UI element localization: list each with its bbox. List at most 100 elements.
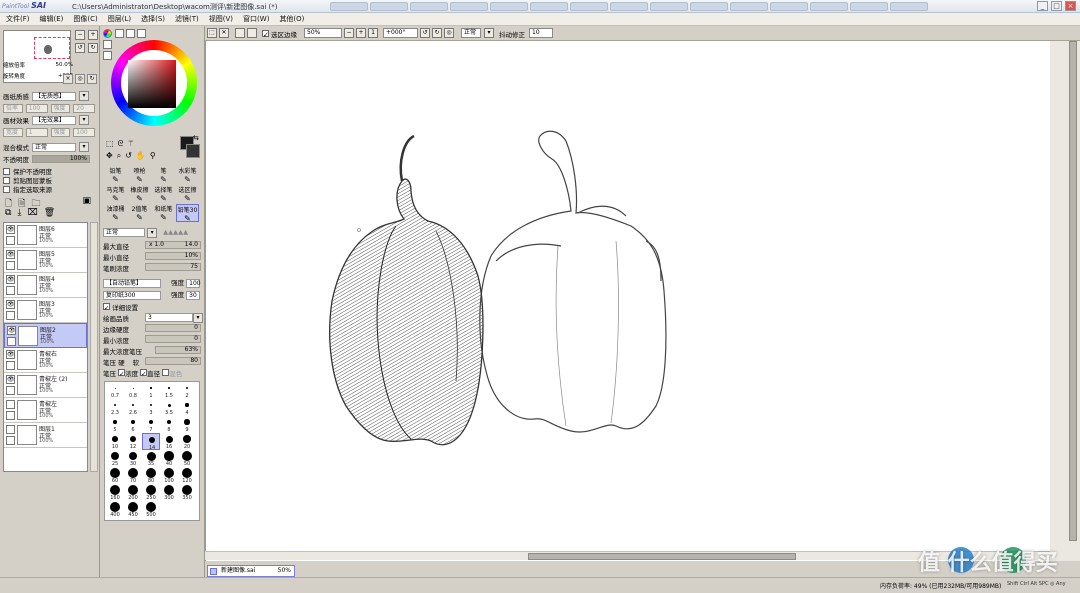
brush-blend-select[interactable]: 正常	[103, 228, 145, 237]
brush-size-cell[interactable]: 400	[106, 501, 124, 518]
brush-size-cell[interactable]: 300	[160, 484, 178, 501]
brush-size-cell[interactable]: 10	[106, 433, 124, 450]
max-pressure-slider[interactable]: 63%	[155, 346, 201, 354]
taskbar-tab[interactable]	[890, 2, 928, 11]
brush-size-cell[interactable]: 0.7	[106, 382, 124, 399]
paper-texture-dropdown-icon[interactable]: ▾	[79, 91, 89, 101]
rotate-reset-button[interactable]: ◎	[444, 28, 454, 38]
stabilizer-field[interactable]: 10	[529, 28, 553, 38]
swap-colors-icon[interactable]: ⇆	[193, 134, 199, 142]
brush-size-cell[interactable]: 450	[124, 501, 142, 518]
brush-tool[interactable]: 油漆桶 ✎	[104, 204, 127, 222]
nav-rotate-left-button[interactable]: ↺	[75, 43, 85, 53]
deselect-button[interactable]: ✕	[219, 28, 229, 38]
taskbar-tab[interactable]	[490, 2, 528, 11]
brush-size-cell[interactable]: 0.8	[124, 382, 142, 399]
menu-edit[interactable]: 编辑(E)	[40, 14, 64, 24]
rotate-tool-icon[interactable]: ↺	[125, 151, 132, 161]
brush-texture-select[interactable]: 复印纸300	[103, 291, 161, 300]
min-size-slider[interactable]: 10%	[145, 252, 201, 260]
layer-lock-icon[interactable]	[6, 436, 15, 445]
brush-size-cell[interactable]: 100	[160, 467, 178, 484]
eyedropper-icon[interactable]: ⚲	[150, 151, 156, 161]
magic-wand-icon[interactable]: ⚚	[127, 139, 134, 149]
zoom-tool-icon[interactable]: ⌕	[117, 151, 121, 161]
canvas-horizontal-scroll-thumb[interactable]	[528, 553, 796, 560]
lasso-icon[interactable]: ᘓ	[118, 139, 124, 149]
canvas-vertical-scroll-thumb[interactable]	[1069, 41, 1077, 541]
layer-visibility-eye-icon[interactable]: 👁	[6, 375, 15, 384]
brush-size-cell[interactable]: 6	[124, 416, 142, 433]
layer-settings-icon[interactable]: ▣	[83, 196, 92, 212]
layer-visibility-eye-icon[interactable]: 👁	[6, 350, 15, 359]
selection-edge-checkbox[interactable]: ✓	[262, 30, 269, 39]
hsv-slider-tab[interactable]	[103, 51, 112, 60]
zoom-field[interactable]: 50%	[304, 28, 342, 38]
taskbar-tab[interactable]	[530, 2, 568, 11]
brush-size-cell[interactable]: 1	[142, 382, 160, 399]
show-selection-button[interactable]	[235, 28, 245, 38]
menu-other[interactable]: 其他(O)	[279, 14, 304, 24]
paper-texture-select[interactable]: 【无质感】	[32, 91, 76, 101]
brush-size-cell[interactable]: 14	[142, 433, 160, 451]
rotate-field[interactable]: +000°	[383, 28, 418, 38]
brush-size-cell[interactable]: 20	[178, 433, 196, 450]
effect-strength-value[interactable]: 100	[73, 127, 95, 137]
layer-row[interactable]: 图层1 正常 100%	[4, 423, 87, 448]
preserve-opacity-checkbox[interactable]	[3, 167, 10, 175]
clipping-mask-checkbox[interactable]	[3, 176, 10, 184]
selection-source-checkbox[interactable]	[3, 185, 10, 193]
blend-mode-select[interactable]: 正常	[32, 142, 76, 152]
taskbar-tab[interactable]	[850, 2, 888, 11]
zoom-value[interactable]: 50.0%	[56, 62, 73, 68]
rgb-slider-tab[interactable]	[103, 40, 112, 49]
rotate-cw-button[interactable]: ↻	[87, 74, 97, 84]
blend-mode-dropdown-icon[interactable]: ▾	[79, 142, 89, 152]
brush-size-cell[interactable]: 160	[106, 484, 124, 501]
layer-lock-icon[interactable]	[6, 386, 15, 395]
brush-size-cell[interactable]: 80	[142, 467, 160, 484]
brush-size-cell[interactable]: 250	[142, 484, 160, 501]
brush-tool[interactable]: 和纸笔 ✎	[152, 204, 175, 222]
brush-size-cell[interactable]: 30	[124, 450, 142, 467]
close-button[interactable]: ×	[1065, 1, 1076, 11]
zoom-in-button[interactable]: +	[356, 28, 366, 38]
brush-tool[interactable]: 选择笔 ✎	[152, 185, 175, 203]
layer-lock-icon[interactable]	[6, 236, 15, 245]
layer-lock-icon[interactable]	[6, 261, 15, 270]
menu-image[interactable]: 图像(C)	[73, 14, 97, 24]
layer-lock-icon[interactable]	[6, 311, 15, 320]
quality-dropdown-icon[interactable]: ▾	[193, 313, 203, 323]
brush-size-cell[interactable]: 350	[178, 484, 196, 501]
select-all-button[interactable]: ⬚	[207, 28, 217, 38]
brush-size-cell[interactable]: 5	[106, 416, 124, 433]
brush-tool[interactable]: 铅笔30 ✎	[176, 204, 199, 223]
brush-size-cell[interactable]: 7	[142, 416, 160, 433]
paper-scale-value[interactable]: 100	[25, 103, 48, 113]
min-density-slider[interactable]: 0	[145, 335, 201, 343]
menu-layer[interactable]: 图层(L)	[108, 14, 131, 24]
brush-size-cell[interactable]: 4	[178, 399, 196, 416]
effect-width-value[interactable]: 1	[25, 127, 48, 137]
scratchpad-tab[interactable]	[137, 29, 146, 38]
brush-size-cell[interactable]: 9	[178, 416, 196, 433]
brush-tool[interactable]: 水彩笔 ✎	[176, 166, 199, 184]
brush-blend-dropdown-icon[interactable]: ▾	[147, 228, 158, 238]
detail-settings-checkbox[interactable]: ✓	[103, 303, 110, 312]
hide-selection-button[interactable]	[247, 28, 257, 38]
max-size-slider[interactable]: x 1.0 14.0	[145, 241, 201, 249]
layer-visibility-eye-icon[interactable]	[6, 400, 15, 409]
taskbar-tab[interactable]	[410, 2, 448, 11]
layer-lock-icon[interactable]	[6, 411, 15, 420]
brush-size-cell[interactable]: 2.6	[124, 399, 142, 416]
brush-size-cell[interactable]: 500	[142, 501, 160, 518]
pressure-slider[interactable]: 80	[145, 357, 201, 365]
quality-select[interactable]: 3	[145, 313, 193, 322]
maximize-button[interactable]: □	[1051, 1, 1062, 11]
brush-size-cell[interactable]: 70	[124, 467, 142, 484]
saturation-value-square[interactable]	[128, 60, 176, 108]
taskbar-tab[interactable]	[690, 2, 728, 11]
nav-zoom-out-button[interactable]: −	[75, 30, 85, 40]
menu-select[interactable]: 选择(S)	[141, 14, 165, 24]
flip-button[interactable]: ×	[63, 74, 73, 84]
